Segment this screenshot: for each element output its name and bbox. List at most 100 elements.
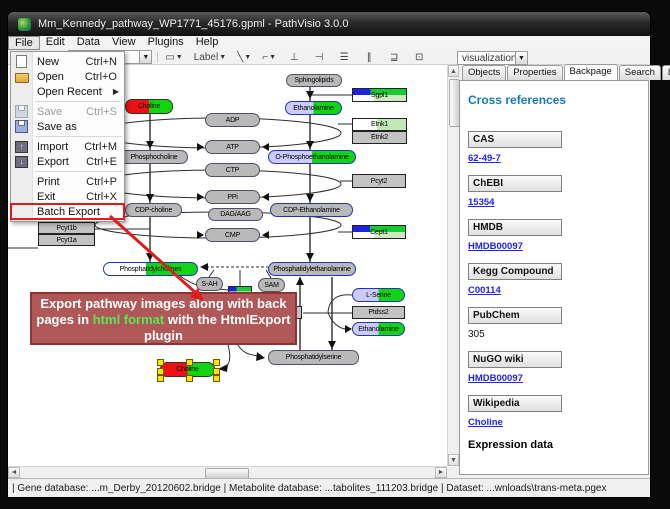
node-ptdss2[interactable]: Ptdss2 — [352, 306, 405, 319]
xref-link[interactable]: HMDB00097 — [468, 241, 648, 252]
node-ppi[interactable]: PPi — [205, 190, 260, 204]
distribute-horizontal-button[interactable]: ☰ — [335, 51, 353, 64]
node-s-ah[interactable]: S-AH — [196, 277, 223, 291]
chevron-down-icon[interactable]: ▼ — [176, 54, 183, 61]
node-pcyt1a[interactable]: Pcyt1a — [38, 234, 95, 246]
node-phosphatidylcholines[interactable]: Phosphatidylcholines — [103, 262, 198, 276]
node-ethanolamine[interactable]: Ethanolamine — [285, 101, 342, 115]
node-cept1[interactable]: Cept1 — [352, 225, 406, 239]
selection-handle[interactable] — [213, 368, 220, 375]
menu-item-save-as[interactable]: Save as — [11, 119, 124, 134]
menu-item-open-recent[interactable]: Open Recent▶ — [11, 84, 124, 99]
node-phosphocholine[interactable]: Phosphocholine — [120, 150, 188, 164]
menubar-item-file[interactable]: File — [8, 36, 40, 50]
node-phosphatidylethanolamine[interactable]: Phosphatidylethanolamine — [268, 262, 356, 276]
node-cmp[interactable]: CMP — [205, 228, 260, 242]
selection-handle[interactable] — [213, 359, 220, 366]
node-choline[interactable]: Choline — [160, 362, 215, 377]
tab-backpage[interactable]: Backpage — [564, 64, 618, 80]
connector-tool[interactable]: ⌐▼ — [260, 51, 278, 64]
node-atp[interactable]: ATP — [205, 140, 260, 154]
menubar-item-data[interactable]: Data — [71, 36, 106, 49]
menu-divider — [35, 101, 122, 102]
tab-objects[interactable]: Objects — [462, 65, 506, 80]
node-phosphatidylserine[interactable]: Phosphatidylserine — [268, 350, 359, 365]
tab-search[interactable]: Search — [619, 65, 661, 80]
chevron-down-icon[interactable]: ▼ — [515, 52, 527, 64]
menu-item-label: Open — [37, 71, 85, 83]
line-tool[interactable]: ╲▼ — [235, 51, 253, 64]
menu-item-print[interactable]: PrintCtrl+P — [11, 174, 124, 189]
node-pcyt1b[interactable]: Pcyt1b — [38, 222, 95, 234]
node-etnk2[interactable]: Etnk2 — [352, 131, 407, 144]
menu-item-export[interactable]: ↓ExportCtrl+E — [11, 154, 124, 169]
selection-handle[interactable] — [157, 359, 164, 366]
node-pcyt2[interactable]: Pcyt2 — [352, 174, 406, 188]
label-tool[interactable]: Label▼ — [192, 51, 228, 64]
visualization-combo[interactable]: visualization ▼ — [457, 51, 528, 65]
menu-item-label: Exit — [37, 191, 86, 203]
canvas-horizontal-scrollbar[interactable]: ◄ ► — [8, 466, 447, 478]
menu-item-label: Save — [37, 106, 86, 118]
node-cdp-ethanolamine[interactable]: CDP-Ethanolamine — [270, 203, 353, 217]
node-dag-aag[interactable]: DAG/AAG — [208, 208, 263, 221]
selection-handle[interactable] — [157, 368, 164, 375]
scroll-left-icon[interactable]: ◄ — [8, 467, 20, 478]
node-l-serine[interactable]: L-Serine — [352, 288, 405, 302]
menubar-item-edit[interactable]: Edit — [40, 36, 71, 49]
xref-section-kegg-compound: Kegg CompoundC00114 — [468, 263, 648, 296]
menubar-item-help[interactable]: Help — [190, 36, 225, 49]
node-sgpl1[interactable]: Sgpl1 — [352, 88, 407, 102]
node-adp[interactable]: ADP — [205, 113, 260, 127]
distribute-vertical-button[interactable]: ∥ — [360, 51, 378, 64]
chevron-down-icon[interactable]: ▼ — [244, 54, 251, 61]
align-middle-button[interactable]: ⊣ — [310, 51, 328, 64]
xref-link[interactable]: HMDB00097 — [468, 373, 648, 384]
node-sam[interactable]: SAM — [258, 278, 285, 292]
stack-button[interactable]: ⊒ — [385, 51, 403, 64]
status-text: | Gene database: ...m_Derby_20120602.bri… — [12, 483, 606, 494]
xref-link[interactable]: 15354 — [468, 197, 648, 208]
xref-section-chebi: ChEBI15354 — [468, 175, 648, 208]
chevron-down-icon[interactable]: ▼ — [139, 51, 151, 63]
node-ctp[interactable]: CTP — [205, 163, 260, 177]
menu-item-open[interactable]: OpenCtrl+O — [11, 69, 124, 84]
tab-properties[interactable]: Properties — [507, 65, 562, 80]
selection-handle[interactable] — [157, 375, 164, 382]
canvas-vertical-scrollbar[interactable]: ▲ ▼ — [447, 65, 459, 466]
node-sphingolipids[interactable]: Sphingolipids — [286, 74, 342, 87]
node-etnk1[interactable]: Etnk1 — [352, 118, 407, 131]
selection-handle[interactable] — [213, 375, 220, 382]
scroll-right-icon[interactable]: ► — [435, 467, 447, 478]
node-ethanolamine[interactable]: Ethanolamine — [352, 322, 405, 336]
selection-handle[interactable] — [186, 359, 193, 366]
menu-item-save[interactable]: SaveCtrl+S — [11, 104, 124, 119]
xref-section-hmdb: HMDB HMDB00097 — [468, 219, 648, 252]
xref-section-nugo-wiki: NuGO wikiHMDB00097 — [468, 351, 648, 384]
xref-link[interactable]: C00114 — [468, 285, 648, 296]
menubar-item-view[interactable]: View — [106, 36, 142, 49]
node-cdp-choline[interactable]: CDP-choline — [125, 203, 182, 217]
align-center-button[interactable]: ⊥ — [285, 51, 303, 64]
new-document-icon — [16, 55, 27, 68]
selection-handle[interactable] — [186, 375, 193, 382]
tab-legend[interactable]: Legend — [662, 65, 670, 80]
export-icon: ↓ — [15, 156, 28, 168]
common-bounds-button[interactable]: ⊡ — [410, 51, 428, 64]
node-choline[interactable]: Choline — [125, 99, 173, 114]
menu-item-batch-export[interactable]: Batch Export — [11, 204, 124, 219]
xref-link[interactable]: Choline — [468, 417, 648, 428]
xref-link[interactable]: 62-49-7 — [468, 153, 648, 164]
menu-item-icon — [15, 86, 28, 98]
chevron-down-icon[interactable]: ▼ — [269, 54, 276, 61]
menu-item-exit[interactable]: ExitCtrl+X — [11, 189, 124, 204]
menubar-item-plugins[interactable]: Plugins — [142, 36, 190, 49]
scroll-up-icon[interactable]: ▲ — [448, 65, 459, 77]
gene-product-tool[interactable]: ▭▼ — [163, 51, 184, 64]
menu-item-new[interactable]: NewCtrl+N — [11, 54, 124, 69]
scroll-down-icon[interactable]: ▼ — [448, 454, 459, 466]
node-o-phosphoethanolamine[interactable]: O-Phosphoethanolamine — [268, 150, 356, 164]
menu-item-import[interactable]: ↑ImportCtrl+M — [11, 139, 124, 154]
chevron-down-icon[interactable]: ▼ — [219, 54, 226, 61]
xref-source-title: HMDB — [468, 219, 562, 236]
